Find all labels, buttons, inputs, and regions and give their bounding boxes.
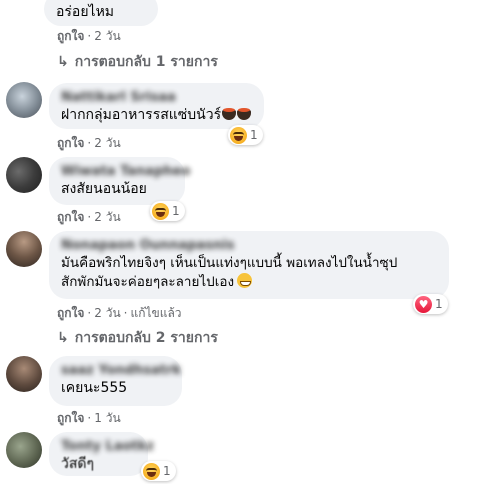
comment-time[interactable]: 2 วัน (94, 210, 120, 224)
hotpot-emoji-icon (237, 108, 252, 120)
replies-label: การตอบกลับ 1 รายการ (74, 54, 218, 70)
haha-reaction-icon (152, 202, 169, 220)
reply-arrow-icon: ↳ (57, 330, 69, 346)
meta-separator: · (87, 136, 92, 150)
reaction-summary[interactable]: 1 (150, 201, 185, 221)
avatar[interactable] (6, 157, 42, 193)
comment-bubble: Wiwata Tanapheo สงสัยนอนน้อย (49, 157, 190, 205)
comment-meta: ถูกใจ · 2 วัน (57, 209, 121, 225)
like-link[interactable]: ถูกใจ (57, 29, 84, 43)
haha-reaction-icon (230, 126, 247, 144)
comment-meta: ถูกใจ · 1 วัน (57, 410, 121, 426)
reply-arrow-icon: ↳ (57, 54, 69, 70)
comment-time[interactable]: 2 วัน (94, 136, 120, 150)
reaction-summary[interactable]: 1 (141, 461, 176, 481)
comment-author[interactable]: Wiwata Tanapheo (61, 164, 190, 180)
comment-text: อร่อยไหม (56, 4, 115, 20)
comment-text-line: สักพักมันจะค่อยๆละลายไปเอง (61, 273, 437, 292)
comment-bubble: Nattikarl Srisaa ฝากกลุ่มอาหารรสแซ่บนัวร… (49, 83, 264, 129)
meta-separator: · (87, 306, 92, 320)
comment-text-line: มันคือพริกไทยจิงๆ เห็นเป็นแท่งๆแบบนี้ พอ… (61, 255, 398, 271)
comment-author[interactable]: Tonty Laotkz (61, 439, 154, 455)
comment-bubble: saaz Yondhsatrk เคยนะ555 (49, 356, 182, 406)
reaction-summary[interactable]: 1 (413, 294, 448, 314)
like-link[interactable]: ถูกใจ (57, 411, 84, 425)
comment-bubble: Nonapaon Ounnapasnis มันคือพริกไทยจิงๆ เ… (49, 231, 449, 299)
edited-label: แก้ไขแล้ว (130, 306, 182, 320)
meta-separator: · (123, 306, 128, 320)
love-reaction-icon (415, 295, 432, 313)
comment-text-content: ฝากกลุ่มอาหารรสแซ่บนัวร์ (61, 107, 222, 123)
meta-separator: · (87, 29, 92, 43)
meta-separator: · (87, 210, 92, 224)
comment-text: สงสัยนอนน้อย (61, 181, 147, 197)
comment-time[interactable]: 2 วัน (94, 306, 120, 320)
hotpot-emoji-icon (222, 108, 237, 120)
avatar[interactable] (6, 82, 42, 118)
reaction-summary[interactable]: 1 (228, 125, 263, 145)
comment-author[interactable]: Nonapaon Ounnapasnis (61, 238, 437, 254)
replies-label: การตอบกลับ 2 รายการ (74, 330, 218, 346)
like-link[interactable]: ถูกใจ (57, 210, 84, 224)
comment-text: วัสดีๆ (61, 456, 95, 472)
comment-meta: ถูกใจ · 2 วัน · แก้ไขแล้ว (57, 305, 182, 321)
like-link[interactable]: ถูกใจ (57, 136, 84, 150)
comment-meta: ถูกใจ · 2 วัน (57, 135, 121, 151)
reaction-count: 1 (163, 464, 171, 478)
avatar[interactable] (6, 432, 42, 468)
comment-text: เคยนะ555 (61, 380, 128, 396)
comment-meta: ถูกใจ · 2 วัน (57, 28, 121, 44)
comment-text-content: สักพักมันจะค่อยๆละลายไปเอง (61, 274, 235, 290)
reaction-count: 1 (435, 297, 443, 311)
comment-bubble: อร่อยไหม (44, 0, 158, 26)
view-replies-link[interactable]: ↳ การตอบกลับ 2 รายการ (57, 329, 218, 347)
avatar[interactable] (6, 356, 42, 392)
grin-emoji-icon (237, 273, 253, 288)
comment-author[interactable]: Nattikarl Srisaa (61, 90, 252, 106)
comment-author[interactable]: saaz Yondhsatrk (61, 363, 181, 379)
haha-reaction-icon (143, 462, 160, 480)
comment-text: ฝากกลุ่มอาหารรสแซ่บนัวร์ (61, 106, 252, 125)
reaction-count: 1 (172, 204, 180, 218)
reaction-count: 1 (250, 128, 258, 142)
meta-separator: · (87, 411, 92, 425)
view-replies-link[interactable]: ↳ การตอบกลับ 1 รายการ (57, 53, 218, 71)
comment-time[interactable]: 2 วัน (94, 29, 120, 43)
comment-time[interactable]: 1 วัน (94, 411, 120, 425)
comment-bubble: Tonty Laotkz วัสดีๆ (49, 432, 154, 476)
like-link[interactable]: ถูกใจ (57, 306, 84, 320)
avatar[interactable] (6, 231, 42, 267)
